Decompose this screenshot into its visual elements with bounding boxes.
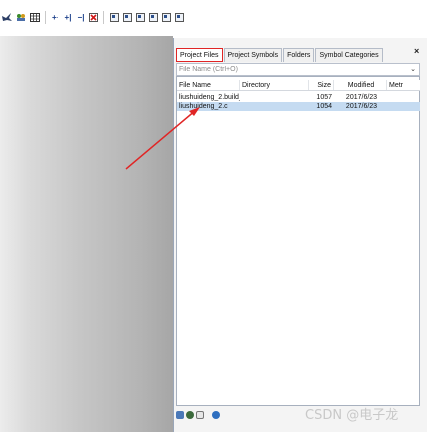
delete-icon[interactable]	[88, 12, 98, 23]
file-name-cell: liushuideng_2.build_l	[179, 94, 240, 101]
modified-cell: 2017/6/23	[345, 94, 378, 101]
bookmark-next-icon[interactable]	[135, 12, 145, 23]
grid-icon[interactable]	[30, 12, 40, 23]
bookmark-prev-icon[interactable]	[122, 12, 132, 23]
bookmark-last-icon[interactable]	[148, 12, 158, 23]
size-cell: 1054	[316, 103, 332, 110]
panel-tabs: Project Files Project Symbols Folders Sy…	[176, 48, 384, 62]
file-list	[176, 76, 420, 406]
column-header-file-name[interactable]: File Name	[177, 80, 240, 90]
table-row-selected[interactable]: liushuideng_2.c 1054 2017/6/23	[177, 102, 420, 111]
chevron-down-icon[interactable]: ⌄	[410, 65, 416, 73]
directory-cell	[240, 93, 309, 102]
table-row[interactable]: liushuideng_2.build_l 1057 2017/6/23	[177, 93, 420, 102]
bookmark-list-icon[interactable]	[161, 12, 171, 23]
column-header-directory[interactable]: Directory	[240, 80, 309, 90]
bird-icon[interactable]	[2, 12, 12, 23]
remove-icon[interactable]: −|	[76, 12, 86, 23]
insert-icon[interactable]: +|	[63, 12, 73, 23]
metrics-cell	[387, 102, 420, 111]
people-icon[interactable]	[16, 12, 26, 23]
tab-project-files[interactable]: Project Files	[176, 48, 223, 62]
tab-symbol-categories[interactable]: Symbol Categories	[315, 48, 383, 62]
toolbar: +. +| −|	[0, 0, 427, 36]
tab-project-symbols[interactable]: Project Symbols	[223, 48, 283, 62]
file-name-cell: liushuideng_2.c	[179, 103, 228, 110]
file-name-filter-input[interactable]	[177, 64, 405, 75]
refresh-icon[interactable]	[186, 411, 194, 419]
column-header-modified[interactable]: Modified	[334, 80, 387, 90]
column-header-size[interactable]: Size	[309, 80, 334, 90]
editor-area[interactable]	[0, 36, 173, 432]
close-icon[interactable]: ×	[414, 46, 419, 56]
metrics-cell	[387, 93, 420, 102]
file-list-header: File Name Directory Size Modified Metr	[177, 80, 420, 91]
file-filter: ⌄	[176, 63, 420, 76]
settings-icon[interactable]	[212, 411, 220, 419]
bookmark-clear-icon[interactable]	[174, 12, 184, 23]
bookmark-first-icon[interactable]	[109, 12, 119, 23]
column-header-metrics[interactable]: Metr	[387, 80, 420, 90]
size-cell: 1057	[316, 94, 332, 101]
modified-cell: 2017/6/23	[345, 103, 378, 110]
panel-toolbar	[176, 409, 220, 421]
document-icon[interactable]	[196, 411, 204, 419]
toolbar-separator	[45, 11, 46, 24]
toolbar-separator	[103, 11, 104, 24]
watermark: CSDN @电子龙	[305, 408, 399, 423]
add-item-icon[interactable]: +.	[50, 12, 60, 23]
sync-icon[interactable]	[176, 411, 184, 419]
directory-cell	[240, 102, 309, 111]
tab-folders[interactable]: Folders	[283, 48, 315, 62]
